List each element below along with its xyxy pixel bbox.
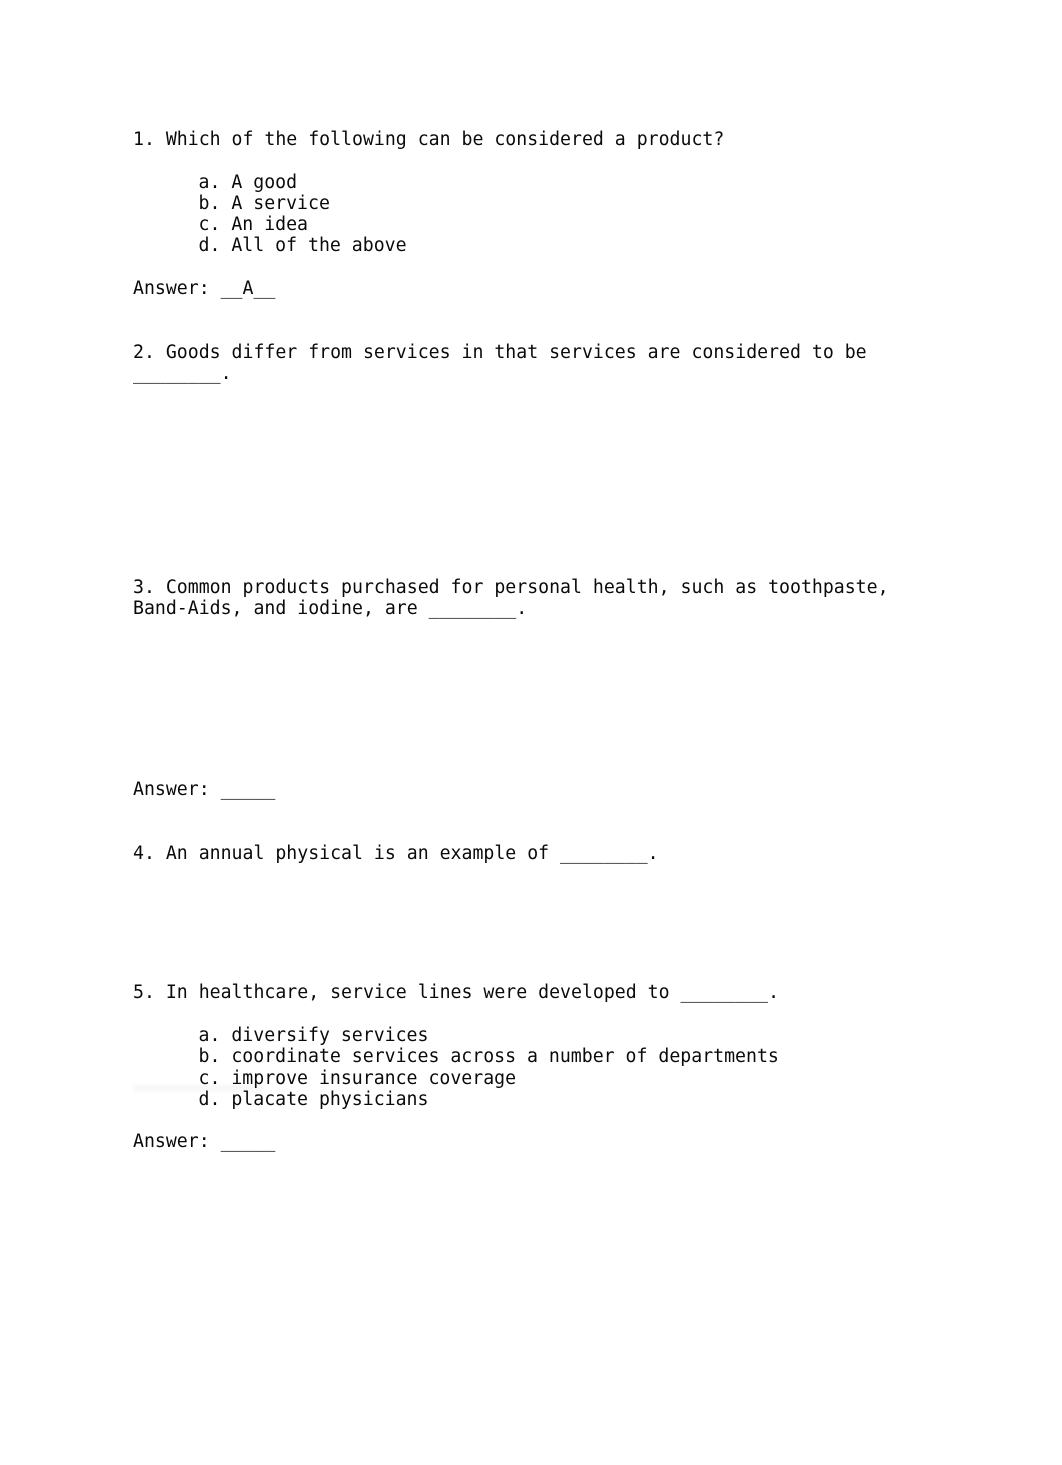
question-5: 5. In healthcare, service lines were dev…: [133, 982, 933, 1152]
option-d[interactable]: d. All of the above: [199, 235, 934, 256]
option-a[interactable]: a. A good: [199, 172, 934, 193]
question-2-text: 2. Goods differ from services in that se…: [133, 341, 867, 385]
question-5-answer[interactable]: Answer: _____: [133, 1131, 933, 1152]
question-1: 1. Which of the following can be conside…: [133, 129, 933, 299]
option-b[interactable]: b. A service: [199, 193, 934, 214]
question-4: 4. An annual physical is an example of _…: [133, 843, 933, 864]
option-b[interactable]: b. coordinate services across a number o…: [199, 1046, 934, 1067]
option-a[interactable]: a. diversify services: [199, 1025, 934, 1046]
question-2: 2. Goods differ from services in that se…: [133, 342, 933, 385]
option-c[interactable]: c. improve insurance coverage: [199, 1068, 934, 1089]
question-1-answer[interactable]: Answer: __A__: [133, 278, 933, 299]
question-5-text: 5. In healthcare, service lines were dev…: [133, 982, 780, 1004]
option-c[interactable]: c. An idea: [199, 214, 934, 235]
question-4-text: 4. An annual physical is an example of _…: [133, 843, 659, 865]
option-d[interactable]: d. placate physicians: [199, 1089, 934, 1110]
question-3-text: 3. Common products purchased for persona…: [133, 576, 889, 619]
question-3: 3. Common products purchased for persona…: [133, 577, 933, 801]
document-body: 1. Which of the following can be conside…: [133, 129, 933, 1153]
question-1-options: a. A good b. A service c. An idea d. All…: [133, 172, 933, 257]
document-page: 1. Which of the following can be conside…: [0, 0, 1062, 1465]
question-3-answer[interactable]: Answer: _____: [133, 779, 933, 800]
question-5-options: a. diversify services b. coordinate serv…: [133, 1025, 933, 1110]
question-1-text: 1. Which of the following can be conside…: [133, 129, 725, 150]
